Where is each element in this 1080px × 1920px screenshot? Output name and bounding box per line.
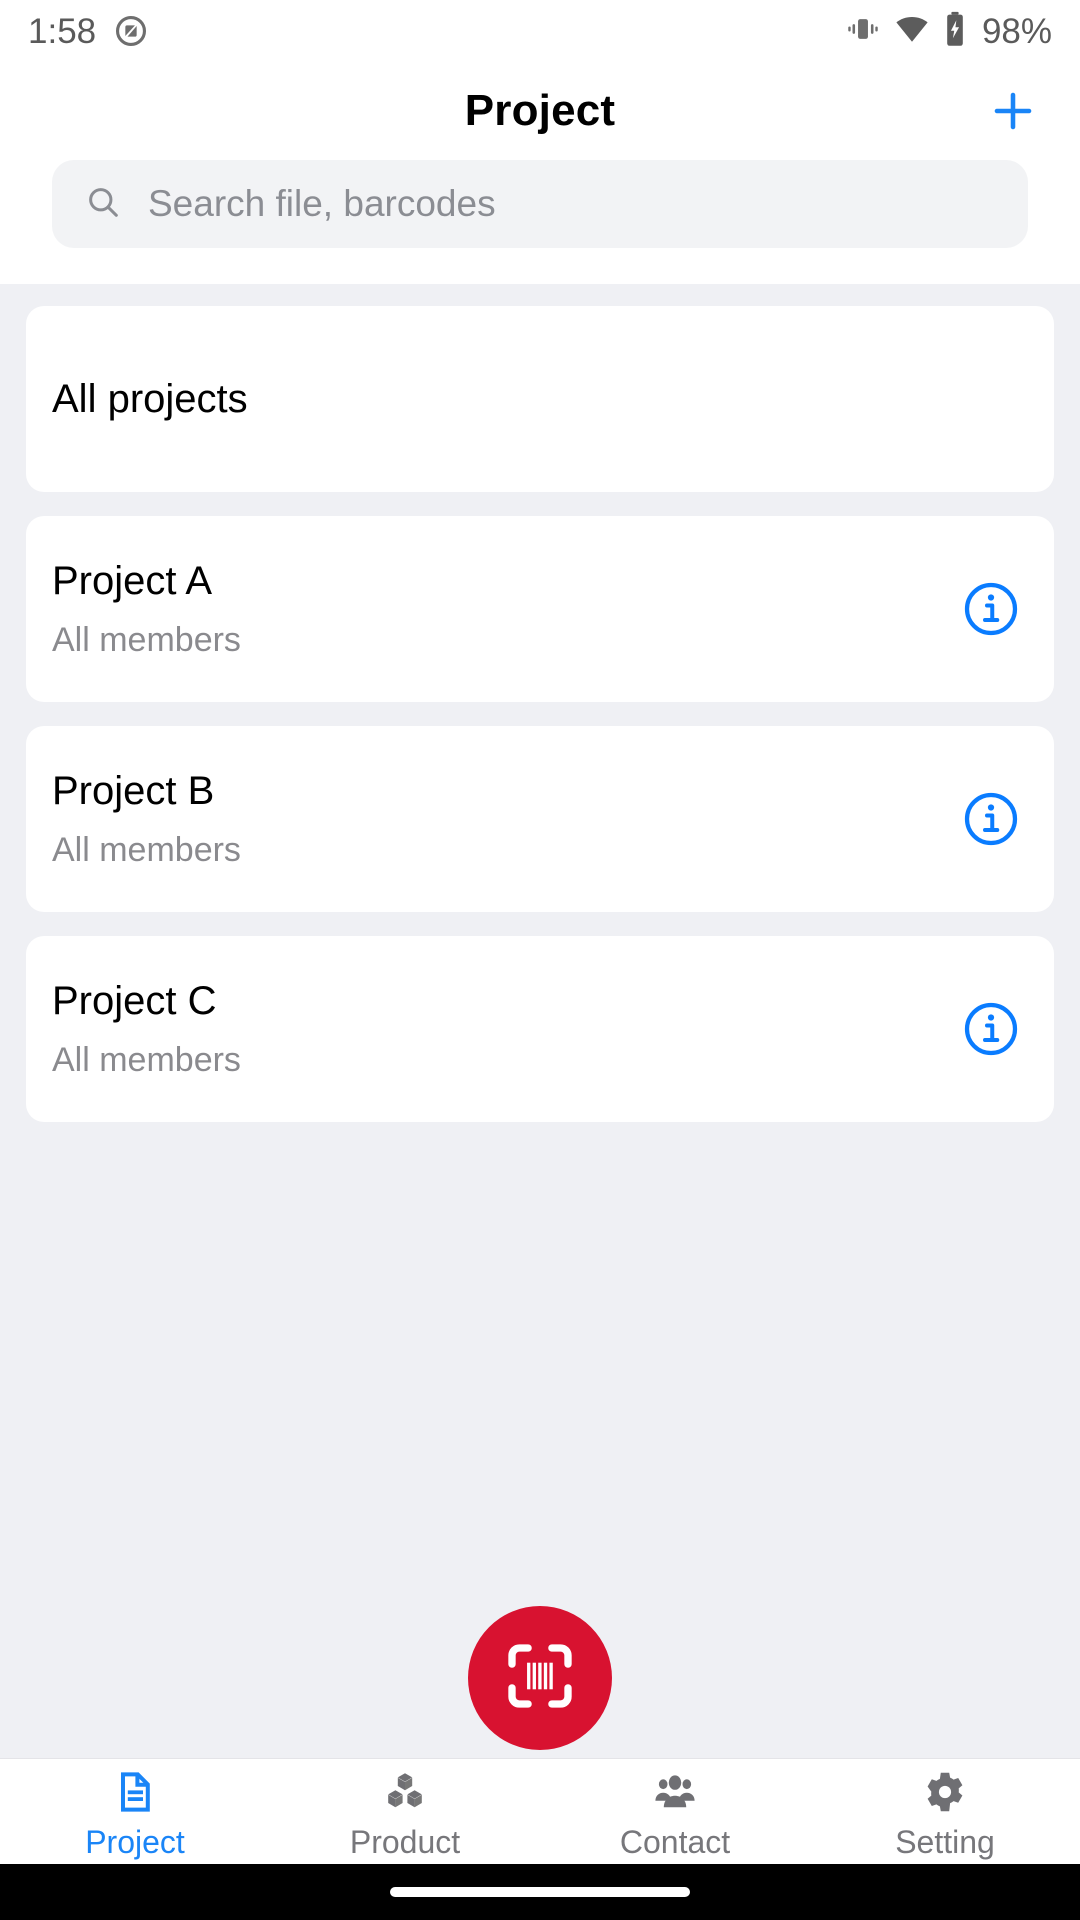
status-bar-clock: 1:58	[28, 11, 97, 51]
do-not-disturb-icon	[114, 14, 148, 48]
header-section: Project Search file, barcodes	[0, 62, 1080, 284]
boxes-icon	[381, 1766, 429, 1818]
project-subtitle: All members	[52, 1041, 241, 1079]
barcode-scan-icon	[498, 1634, 582, 1723]
status-bar: 1:58 98%	[0, 0, 1080, 62]
status-bar-left: 1:58	[28, 14, 148, 49]
nav-tab-product[interactable]: Product	[270, 1759, 540, 1864]
home-indicator[interactable]	[390, 1887, 690, 1897]
vibrate-icon	[846, 12, 880, 51]
barcode-scan-button[interactable]	[468, 1606, 612, 1750]
status-bar-right: 98%	[846, 11, 1052, 52]
gear-icon	[921, 1766, 969, 1818]
search-bar[interactable]: Search file, barcodes	[52, 160, 1028, 248]
app-bar: Project	[0, 62, 1080, 160]
scan-button-area	[0, 1598, 1080, 1758]
project-title: Project C	[52, 979, 217, 1023]
project-card-c-texts: Project C All members	[52, 981, 960, 1077]
project-card-b-texts: Project B All members	[52, 771, 960, 867]
nav-tab-project[interactable]: Project	[0, 1759, 270, 1864]
app-root: 1:58 98% Project Search file, barcodes A…	[0, 0, 1080, 1920]
home-indicator-bar	[0, 1864, 1080, 1920]
search-area: Search file, barcodes	[0, 160, 1080, 248]
add-project-button[interactable]	[978, 76, 1048, 146]
nav-tab-contact[interactable]: Contact	[540, 1759, 810, 1864]
nav-tab-project-label: Project	[85, 1823, 185, 1860]
nav-tab-product-label: Product	[349, 1823, 461, 1860]
info-circle-icon[interactable]	[960, 578, 1022, 640]
nav-tab-setting[interactable]: Setting	[810, 1759, 1080, 1864]
project-list: All projects Project A All members Proje…	[0, 284, 1080, 1598]
people-icon	[651, 1766, 699, 1818]
project-subtitle: All members	[52, 831, 241, 869]
project-card-a[interactable]: Project A All members	[26, 516, 1054, 702]
project-title: Project A	[52, 559, 213, 603]
wifi-icon	[894, 11, 930, 52]
nav-tab-contact-label: Contact	[619, 1823, 731, 1860]
all-projects-texts: All projects	[52, 379, 1028, 419]
info-circle-icon[interactable]	[960, 998, 1022, 1060]
project-card-a-texts: Project A All members	[52, 561, 960, 657]
all-projects-label: All projects	[52, 377, 248, 421]
info-circle-icon[interactable]	[960, 788, 1022, 850]
battery-charging-icon	[944, 11, 966, 52]
document-icon	[111, 1766, 159, 1818]
search-input[interactable]: Search file, barcodes	[148, 183, 496, 225]
project-subtitle: All members	[52, 621, 241, 659]
project-title: Project B	[52, 769, 215, 813]
project-card-c[interactable]: Project C All members	[26, 936, 1054, 1122]
card-all-projects[interactable]: All projects	[26, 306, 1054, 492]
battery-percentage: 98%	[981, 11, 1052, 51]
search-icon	[84, 183, 122, 226]
page-title: Project	[464, 86, 616, 135]
nav-tab-setting-label: Setting	[895, 1823, 995, 1860]
bottom-navigation: Project Product Contact Setting	[0, 1758, 1080, 1864]
project-card-b[interactable]: Project B All members	[26, 726, 1054, 912]
